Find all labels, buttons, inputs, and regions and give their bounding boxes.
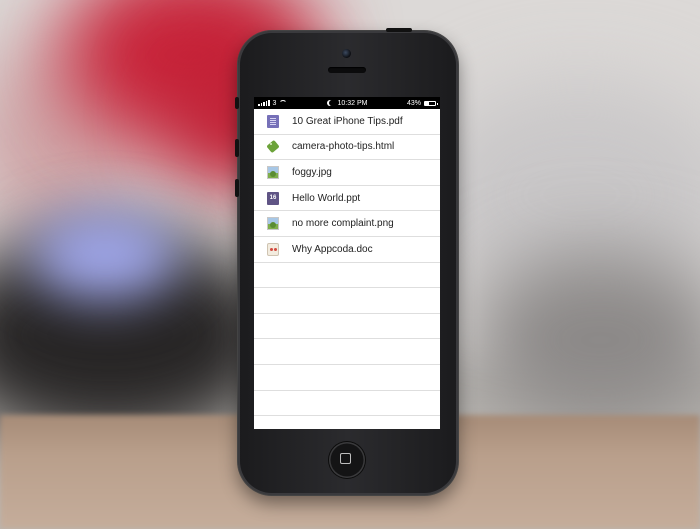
empty-row xyxy=(254,365,440,391)
list-item[interactable]: 10 Great iPhone Tips.pdf xyxy=(254,109,440,135)
doc-icon xyxy=(267,242,279,256)
empty-row xyxy=(254,288,440,314)
list-item[interactable]: 16 Hello World.ppt xyxy=(254,186,440,212)
image-icon xyxy=(267,165,279,179)
battery-percent: 43% xyxy=(406,99,421,107)
file-name: Why Appcoda.doc xyxy=(292,243,373,255)
empty-row xyxy=(254,314,440,340)
list-item[interactable]: Why Appcoda.doc xyxy=(254,237,440,263)
list-item[interactable]: camera-photo-tips.html xyxy=(254,135,440,161)
volume-down-button xyxy=(235,179,239,197)
signal-strength-icon xyxy=(258,100,270,106)
home-square-icon xyxy=(340,453,351,464)
carrier-label: 3 xyxy=(272,99,277,107)
empty-row xyxy=(254,391,440,417)
empty-row xyxy=(254,339,440,365)
volume-up-button xyxy=(235,139,239,157)
file-list: 10 Great iPhone Tips.pdf camera-photo-ti… xyxy=(254,109,440,417)
front-camera xyxy=(342,49,351,58)
iphone-device: 3 10:32 PM 43% 10 Great iPhone Tips.pdf xyxy=(235,28,458,495)
file-name: no more complaint.png xyxy=(292,218,394,230)
image-icon xyxy=(267,217,279,231)
earpiece-speaker xyxy=(328,67,366,73)
screen: 3 10:32 PM 43% 10 Great iPhone Tips.pdf xyxy=(254,97,440,429)
status-time: 10:32 PM xyxy=(337,99,368,107)
battery-icon xyxy=(424,100,438,106)
mute-switch xyxy=(235,97,239,109)
status-bar: 3 10:32 PM 43% xyxy=(254,97,440,109)
file-name: camera-photo-tips.html xyxy=(292,141,395,153)
sleep-button xyxy=(386,28,412,32)
do-not-disturb-icon xyxy=(329,100,335,106)
pdf-icon xyxy=(267,114,279,128)
html-tag-icon xyxy=(266,140,280,154)
file-name: foggy.jpg xyxy=(292,166,332,178)
ppt-icon-badge: 16 xyxy=(269,195,277,202)
wifi-icon xyxy=(279,100,288,106)
home-button[interactable] xyxy=(329,442,365,478)
ppt-calendar-icon: 16 xyxy=(267,191,279,205)
file-name: 10 Great iPhone Tips.pdf xyxy=(292,115,403,127)
list-item[interactable]: foggy.jpg xyxy=(254,160,440,186)
list-item[interactable]: no more complaint.png xyxy=(254,211,440,237)
empty-row xyxy=(254,263,440,289)
file-name: Hello World.ppt xyxy=(292,192,361,204)
